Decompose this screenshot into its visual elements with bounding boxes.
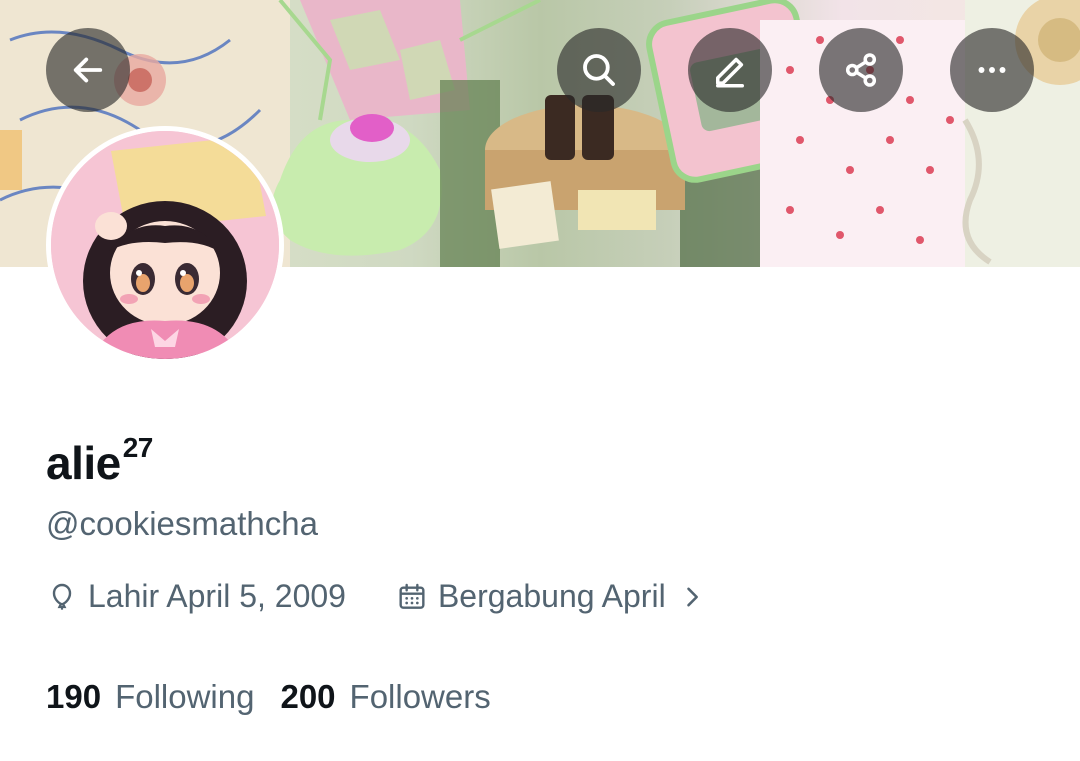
username-handle: @cookiesmathcha <box>46 505 318 542</box>
joined-text: Bergabung April <box>437 578 666 614</box>
followers-count: 200 <box>280 678 336 715</box>
more-horizontal-icon <box>978 67 1006 73</box>
birthday-text: Lahir April 5, 2009 <box>88 578 346 614</box>
followers-label: Followers <box>349 678 491 715</box>
following-label: Following <box>115 678 255 715</box>
following-link[interactable]: 190 Following <box>46 678 254 716</box>
arrow-left-icon <box>73 57 103 83</box>
calendar-icon <box>399 583 425 609</box>
profile-meta-row: Lahir April 5, 2009 Bergabung April <box>46 578 706 615</box>
profile-avatar[interactable] <box>46 126 284 364</box>
more-button[interactable] <box>950 28 1034 112</box>
back-button[interactable] <box>46 28 130 112</box>
followers-link[interactable]: 200 Followers <box>280 678 490 716</box>
follow-stats: 190 Following 200 Followers <box>46 678 491 716</box>
joined-info[interactable]: Bergabung April <box>396 578 706 615</box>
share-icon <box>845 53 877 87</box>
search-icon <box>583 54 615 86</box>
display-name-superscript: 27 <box>122 432 154 463</box>
search-button[interactable] <box>557 28 641 112</box>
display-name: alie27 <box>46 432 153 490</box>
share-button[interactable] <box>819 28 903 112</box>
profile-page: alie27 @cookiesmathcha Lahir April 5, 20… <box>0 0 1080 761</box>
balloon-icon <box>52 583 72 610</box>
edit-button[interactable] <box>688 28 772 112</box>
avatar-image <box>51 131 279 359</box>
following-count: 190 <box>46 678 102 715</box>
chevron-right-icon <box>686 587 698 606</box>
birthday-info: Lahir April 5, 2009 <box>46 578 346 615</box>
edit-icon <box>716 57 744 88</box>
display-name-text: alie <box>46 437 121 489</box>
